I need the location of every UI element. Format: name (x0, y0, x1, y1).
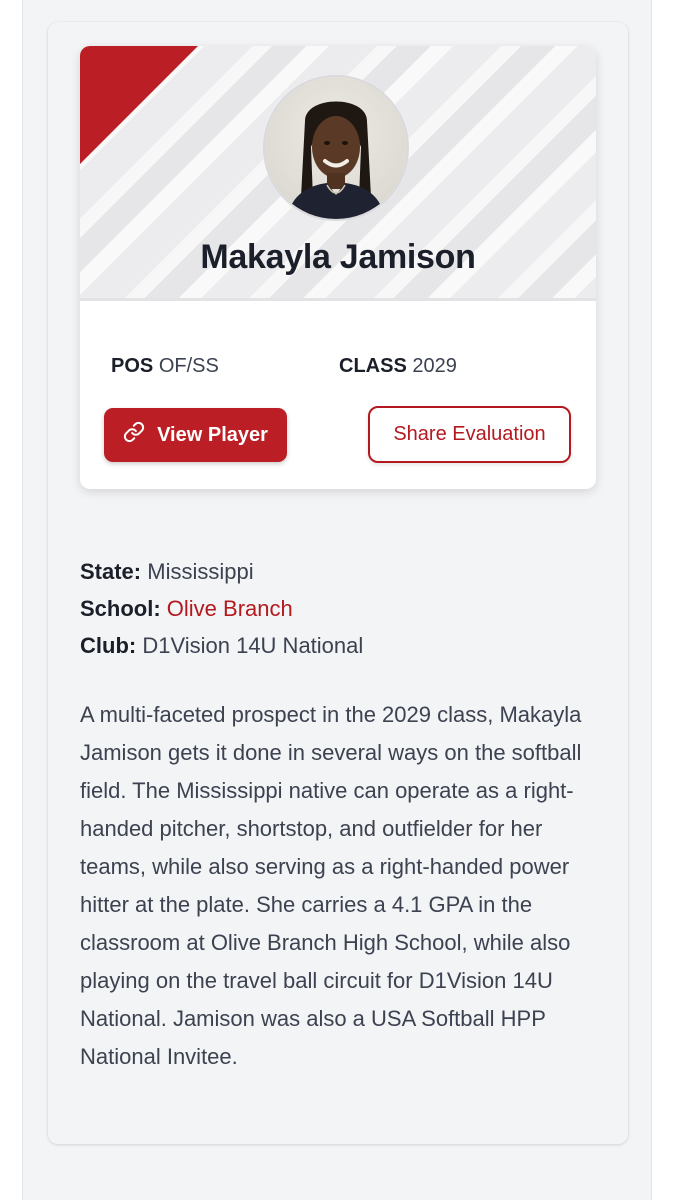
club-row: Club: D1Vision 14U National (80, 627, 600, 664)
state-label: State: (80, 559, 142, 584)
school-label: School: (80, 596, 161, 621)
school-row: School: Olive Branch (80, 590, 600, 627)
share-evaluation-label: Share Evaluation (393, 423, 546, 445)
share-evaluation-button[interactable]: Share Evaluation (368, 406, 571, 463)
state-value: Mississippi (147, 559, 254, 584)
class-value: 2029 (412, 355, 457, 377)
class-label: CLASS (339, 355, 407, 377)
card-header: Makayla Jamison (80, 46, 596, 301)
link-icon (123, 421, 145, 449)
position-info: POS OF/SS (111, 355, 219, 378)
avatar (265, 77, 407, 219)
player-name: Makayla Jamison (200, 238, 476, 276)
school-link[interactable]: Olive Branch (167, 596, 293, 621)
position-value: OF/SS (158, 355, 219, 377)
club-label: Club: (80, 633, 137, 658)
club-value: D1Vision 14U National (142, 633, 364, 658)
corner-accent (80, 46, 198, 164)
player-details: State: Mississippi School: Olive Branch … (80, 553, 600, 664)
player-bio: A multi-faceted prospect in the 2029 cla… (80, 702, 582, 1069)
view-player-button[interactable]: View Player (104, 408, 287, 462)
state-row: State: Mississippi (80, 553, 600, 590)
view-player-label: View Player (157, 423, 268, 446)
player-photo (265, 77, 407, 219)
class-info: CLASS 2029 (339, 355, 457, 378)
position-label: POS (111, 355, 154, 377)
